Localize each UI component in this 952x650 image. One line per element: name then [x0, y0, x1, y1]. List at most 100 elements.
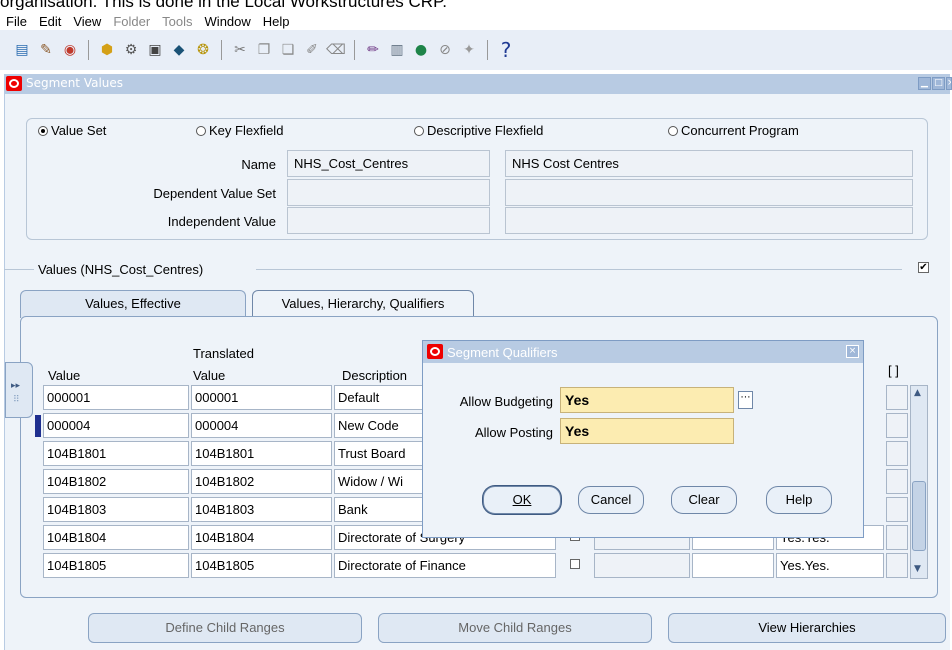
radio-value-set[interactable]: Value Set — [38, 123, 106, 138]
menu-view[interactable]: View — [67, 14, 107, 29]
cell-value[interactable]: 104B1805 — [43, 553, 189, 578]
tab-values-effective[interactable]: Values, Effective — [20, 290, 246, 318]
col-translated-top: Translated — [193, 346, 254, 361]
close-icon[interactable]: × — [946, 77, 952, 90]
ok-button[interactable]: OK — [483, 486, 561, 514]
section-checkbox[interactable]: ✔ — [918, 262, 929, 273]
help-button[interactable]: Help — [766, 486, 832, 514]
col-value: Value — [48, 368, 81, 383]
radio-unselected-icon — [414, 125, 424, 136]
cell-translated[interactable]: 104B1802 — [191, 469, 332, 494]
scroll-up-icon[interactable]: ▲ — [914, 388, 921, 398]
section-divider — [4, 269, 34, 270]
cell-bracket[interactable] — [886, 553, 908, 578]
help-icon[interactable]: ? — [496, 38, 516, 62]
oracle-logo-icon — [6, 76, 22, 91]
cancel-button[interactable]: Cancel — [578, 486, 644, 514]
paste-icon[interactable]: ❏ — [278, 40, 298, 60]
minimize-icon[interactable]: ▁ — [918, 77, 931, 90]
radio-descriptive-flexfield[interactable]: Descriptive Flexfield — [414, 123, 543, 138]
menu-bar: File Edit View Folder Tools Window Help — [0, 10, 952, 32]
menu-folder[interactable]: Folder — [107, 14, 156, 29]
cell-description[interactable]: Directorate of Finance — [334, 553, 556, 578]
cell-value[interactable]: 000001 — [43, 385, 189, 410]
toolbar: ▤ ✎ ◉ ⬢ ⚙ ▣ ◆ ❂ ✂ ❐ ❏ ✐ ⌫ ✏ ▥ ● ⊘ ✦ ? — [0, 30, 952, 70]
cell-translated[interactable]: 000001 — [191, 385, 332, 410]
cell-value[interactable]: 104B1802 — [43, 469, 189, 494]
cell-bracket[interactable] — [886, 469, 908, 494]
scroll-down-icon[interactable]: ▼ — [914, 564, 921, 574]
cell-qualifier-a[interactable] — [594, 553, 690, 578]
name-description-field[interactable]: NHS Cost Centres — [505, 150, 913, 177]
save-icon[interactable]: ◉ — [60, 40, 80, 60]
allow-posting-field[interactable]: Yes — [560, 418, 734, 444]
zoom-icon[interactable]: ⚙ — [121, 40, 141, 60]
menu-help[interactable]: Help — [257, 14, 296, 29]
window-title: Segment Values — [26, 76, 124, 90]
clear-button[interactable]: Clear — [671, 486, 737, 514]
cell-bracket[interactable] — [886, 413, 908, 438]
tab-values-hierarchy-qualifiers[interactable]: Values, Hierarchy, Qualifiers — [252, 290, 474, 318]
cell-translated[interactable]: 104B1803 — [191, 497, 332, 522]
globe-icon[interactable]: ● — [411, 40, 431, 60]
attachment-tool-icon[interactable]: ❂ — [193, 40, 213, 60]
allow-budgeting-field[interactable]: Yes — [560, 387, 734, 413]
menu-window[interactable]: Window — [199, 14, 257, 29]
radio-unselected-icon — [196, 125, 206, 136]
radio-key-flexfield[interactable]: Key Flexfield — [196, 123, 283, 138]
cell-value[interactable]: 000004 — [43, 413, 189, 438]
independent-value-desc-field[interactable] — [505, 207, 913, 234]
menu-tools[interactable]: Tools — [156, 14, 198, 29]
cell-value[interactable]: 104B1803 — [43, 497, 189, 522]
independent-value-field[interactable] — [287, 207, 490, 234]
view-hierarchies-button[interactable]: View Hierarchies — [668, 613, 946, 643]
menu-edit[interactable]: Edit — [33, 14, 67, 29]
toolbar-separator — [88, 40, 89, 60]
find-icon[interactable]: ⬢ — [97, 40, 117, 60]
list-of-values-icon[interactable]: ⋯ — [738, 391, 753, 409]
folder-icon[interactable]: ▥ — [387, 40, 407, 60]
export-icon[interactable]: ◆ — [169, 40, 189, 60]
cell-bracket[interactable] — [886, 385, 908, 410]
independent-value-label: Independent Value — [167, 214, 276, 229]
dependent-value-set-field[interactable] — [287, 179, 490, 206]
name-label: Name — [241, 157, 276, 172]
copy-icon[interactable]: ❐ — [254, 40, 274, 60]
dialog-title-bar: Segment Qualifiers × — [423, 341, 863, 363]
maximize-icon[interactable]: □ — [932, 77, 945, 90]
cut-icon[interactable]: ✂ — [230, 40, 250, 60]
cell-value[interactable]: 104B1801 — [43, 441, 189, 466]
print-icon[interactable]: ▣ — [145, 40, 165, 60]
cell-qualifiers[interactable]: Yes.Yes. — [776, 553, 884, 578]
cell-translated[interactable]: 000004 — [191, 413, 332, 438]
cell-qualifier-b[interactable] — [692, 553, 774, 578]
scroll-thumb[interactable] — [912, 481, 926, 551]
clear-field-icon[interactable]: ⌫ — [326, 40, 346, 60]
dialog-title: Segment Qualifiers — [447, 345, 558, 360]
table-scrollbar[interactable]: ▲ ▼ — [910, 385, 928, 579]
cell-bracket[interactable] — [886, 441, 908, 466]
navigator-icon[interactable]: ✎ — [36, 40, 56, 60]
cell-value[interactable]: 104B1804 — [43, 525, 189, 550]
translation-icon[interactable]: ✦ — [459, 40, 479, 60]
define-child-ranges-button[interactable]: Define Child Ranges — [88, 613, 362, 643]
paperclip-icon[interactable]: ⊘ — [435, 40, 455, 60]
name-field[interactable]: NHS_Cost_Centres — [287, 150, 490, 177]
dependent-value-set-desc-field[interactable] — [505, 179, 913, 206]
pencil-icon[interactable]: ✏ — [363, 40, 383, 60]
dialog-close-icon[interactable]: × — [846, 345, 859, 358]
cell-translated[interactable]: 104B1805 — [191, 553, 332, 578]
new-record-icon[interactable]: ▤ — [12, 40, 32, 60]
cell-translated[interactable]: 104B1801 — [191, 441, 332, 466]
edit-field-icon[interactable]: ✐ — [302, 40, 322, 60]
section-divider — [256, 269, 902, 270]
cell-bracket[interactable] — [886, 525, 908, 550]
cell-translated[interactable]: 104B1804 — [191, 525, 332, 550]
radio-concurrent-program[interactable]: Concurrent Program — [668, 123, 799, 138]
menu-file[interactable]: File — [0, 14, 33, 29]
drawer-handle[interactable]: ▸▸ ⠿ — [5, 362, 33, 418]
col-translated-bottom: Value — [193, 368, 226, 383]
cell-bracket[interactable] — [886, 497, 908, 522]
move-child-ranges-button[interactable]: Move Child Ranges — [378, 613, 652, 643]
row-checkbox[interactable] — [570, 559, 580, 569]
